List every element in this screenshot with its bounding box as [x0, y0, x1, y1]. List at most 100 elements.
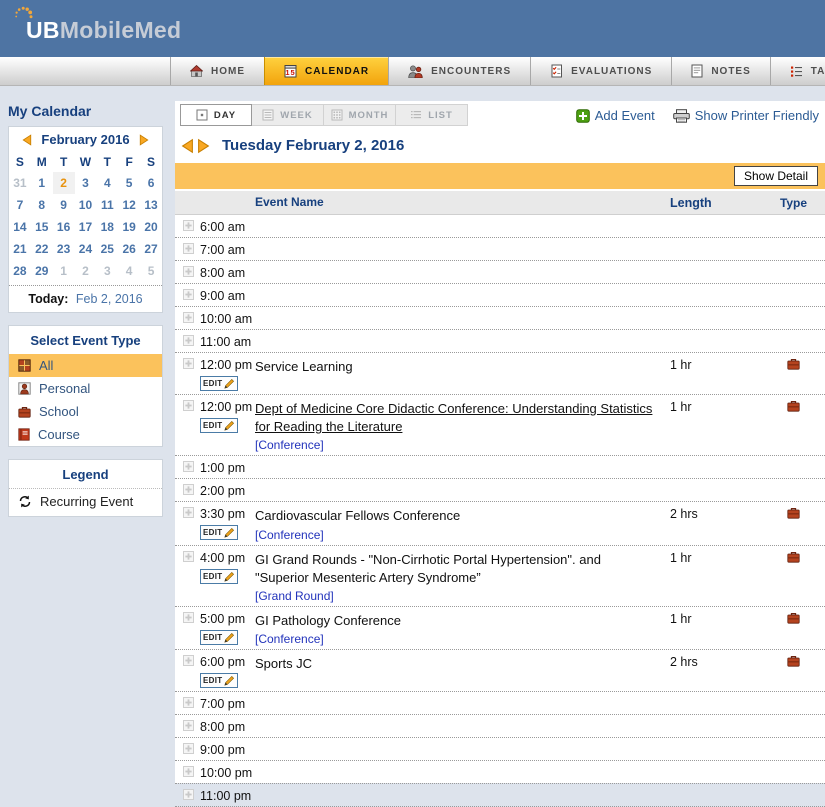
add-event-slot-icon[interactable] [183, 289, 194, 300]
calendar-day[interactable]: 22 [31, 238, 53, 260]
calendar-day[interactable]: 18 [96, 216, 118, 238]
event-type-cell [762, 219, 825, 220]
nav-tab-encounters[interactable]: Encounters [388, 57, 530, 85]
add-event-slot-icon[interactable] [183, 461, 194, 472]
event-title[interactable]: Dept of Medicine Core Didactic Conferenc… [255, 399, 658, 436]
event-type-course[interactable]: Course [9, 423, 162, 446]
add-event-slot-icon[interactable] [183, 551, 194, 562]
calendar-day[interactable]: 23 [53, 238, 75, 260]
detail-bar: Show Detail [175, 163, 825, 189]
calendar-day[interactable]: 10 [75, 194, 97, 216]
notes-icon [691, 64, 703, 78]
dow-header: F [118, 151, 140, 172]
app-logo[interactable]: UBMobileMed [26, 17, 181, 44]
calendar-day[interactable]: 4 [118, 260, 140, 282]
event-type-personal[interactable]: Personal [9, 377, 162, 400]
calendar-day[interactable]: 4 [96, 172, 118, 194]
add-event-slot-icon[interactable] [183, 507, 194, 518]
today-link[interactable]: Today: Feb 2, 2016 [9, 285, 162, 312]
calendar-day[interactable]: 16 [53, 216, 75, 238]
calendar-day[interactable]: 31 [9, 172, 31, 194]
event-title[interactable]: Service Learning [255, 357, 658, 376]
calendar-day[interactable]: 25 [96, 238, 118, 260]
calendar-day[interactable]: 1 [53, 260, 75, 282]
add-event-slot-icon[interactable] [183, 720, 194, 731]
calendar-day[interactable]: 8 [31, 194, 53, 216]
prev-day-arrow-icon[interactable] [181, 138, 194, 154]
event-type-all[interactable]: All [9, 354, 162, 377]
event-type-cell [762, 242, 825, 243]
calendar-day[interactable]: 12 [118, 194, 140, 216]
event-type-school[interactable]: School [9, 400, 162, 423]
slot-add-cell [175, 399, 200, 414]
event-length [670, 242, 762, 243]
calendar-day[interactable]: 2 [75, 260, 97, 282]
calendar-day[interactable]: 6 [140, 172, 162, 194]
view-tab-month[interactable]: Month [324, 104, 396, 126]
calendar-day[interactable]: 3 [75, 172, 97, 194]
view-tab-week[interactable]: Week [252, 104, 324, 126]
printer-friendly-button[interactable]: Show Printer Friendly [673, 108, 819, 123]
calendar-day[interactable]: 15 [31, 216, 53, 238]
add-event-slot-icon[interactable] [183, 266, 194, 277]
event-title[interactable]: GI Grand Rounds - "Non-Cirrhotic Portal … [255, 550, 658, 587]
add-event-slot-icon[interactable] [183, 697, 194, 708]
next-day-arrow-icon[interactable] [197, 138, 210, 154]
app-header: UBMobileMed [0, 0, 825, 57]
add-event-slot-icon[interactable] [183, 766, 194, 777]
calendar-day[interactable]: 24 [75, 238, 97, 260]
add-event-slot-icon[interactable] [183, 243, 194, 254]
event-title[interactable]: GI Pathology Conference [255, 611, 658, 630]
calendar-day[interactable]: 14 [9, 216, 31, 238]
calendar-day[interactable]: 5 [118, 172, 140, 194]
edit-event-button[interactable]: EDIT [200, 525, 238, 540]
calendar-day[interactable]: 1 [31, 172, 53, 194]
next-month-arrow-icon[interactable] [139, 134, 149, 146]
add-event-slot-icon[interactable] [183, 312, 194, 323]
calendar-day[interactable]: 29 [31, 260, 53, 282]
school-event-type-icon [787, 400, 800, 412]
add-event-slot-icon[interactable] [183, 655, 194, 666]
nav-tab-calendar[interactable]: 15Calendar [264, 57, 388, 85]
edit-event-button[interactable]: EDIT [200, 673, 238, 688]
event-title[interactable]: Cardiovascular Fellows Conference [255, 506, 658, 525]
nav-tab-tasks[interactable]: Tasks [770, 57, 825, 85]
calendar-day[interactable]: 27 [140, 238, 162, 260]
calendar-day[interactable]: 3 [96, 260, 118, 282]
calendar-day[interactable]: 5 [140, 260, 162, 282]
add-event-slot-icon[interactable] [183, 743, 194, 754]
calendar-day[interactable]: 13 [140, 194, 162, 216]
event-title[interactable]: Sports JC [255, 654, 658, 673]
calendar-day[interactable]: 11 [96, 194, 118, 216]
show-detail-button[interactable]: Show Detail [734, 166, 818, 186]
prev-month-arrow-icon[interactable] [22, 134, 32, 146]
calendar-day[interactable]: 26 [118, 238, 140, 260]
add-event-slot-icon[interactable] [183, 220, 194, 231]
calendar-day[interactable]: 28 [9, 260, 31, 282]
calendar-day-today[interactable]: 2 [53, 172, 75, 194]
schedule-header: Event Name Length Type [175, 191, 825, 215]
add-event-slot-icon[interactable] [183, 358, 194, 369]
nav-tab-home[interactable]: Home [170, 57, 264, 85]
time-slot-row: 8:00 am [175, 261, 825, 284]
view-tab-list[interactable]: List [396, 104, 468, 126]
calendar-day[interactable]: 17 [75, 216, 97, 238]
nav-tab-evaluations[interactable]: Evaluations [530, 57, 671, 85]
add-event-slot-icon[interactable] [183, 789, 194, 800]
calendar-day[interactable]: 21 [9, 238, 31, 260]
calendar-day[interactable]: 7 [9, 194, 31, 216]
nav-tab-notes[interactable]: Notes [671, 57, 769, 85]
calendar-day[interactable]: 19 [118, 216, 140, 238]
edit-event-button[interactable]: EDIT [200, 569, 238, 584]
edit-event-button[interactable]: EDIT [200, 630, 238, 645]
calendar-day[interactable]: 20 [140, 216, 162, 238]
add-event-slot-icon[interactable] [183, 612, 194, 623]
add-event-slot-icon[interactable] [183, 335, 194, 346]
calendar-day[interactable]: 9 [53, 194, 75, 216]
edit-event-button[interactable]: EDIT [200, 418, 238, 433]
add-event-button[interactable]: Add Event [576, 108, 655, 123]
view-tab-day[interactable]: Day [180, 104, 252, 126]
add-event-slot-icon[interactable] [183, 400, 194, 411]
add-event-slot-icon[interactable] [183, 484, 194, 495]
edit-event-button[interactable]: EDIT [200, 376, 238, 391]
